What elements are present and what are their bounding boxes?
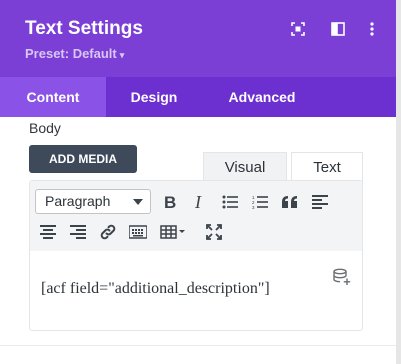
sidebar-layout-icon[interactable] <box>329 20 347 38</box>
table-icon[interactable] <box>156 219 190 245</box>
editor-tab-text[interactable]: Text <box>291 152 363 183</box>
align-center-icon[interactable] <box>35 219 61 245</box>
more-vertical-icon[interactable] <box>363 20 381 38</box>
text-settings-panel: Text Settings Preset: Default ▾ Content … <box>0 0 396 364</box>
settings-tabs: Content Design Advanced <box>0 77 396 117</box>
preset-label: Preset: Default <box>25 46 117 61</box>
svg-text:B: B <box>164 194 176 210</box>
preset-dropdown[interactable]: Preset: Default ▾ <box>25 46 124 61</box>
fullscreen-icon[interactable] <box>201 219 227 245</box>
body-section-label: Body <box>29 120 61 136</box>
align-left-icon[interactable] <box>307 189 333 215</box>
database-plus-icon[interactable] <box>333 268 355 290</box>
blockquote-icon[interactable] <box>277 189 303 215</box>
caret-down-icon: ▾ <box>119 50 125 60</box>
italic-icon[interactable]: I <box>186 189 212 215</box>
expand-icon[interactable] <box>289 20 307 38</box>
format-select-value: Paragraph <box>45 193 111 209</box>
svg-text:3: 3 <box>252 205 255 209</box>
tab-content[interactable]: Content <box>0 77 106 117</box>
modal-title: Text Settings <box>25 18 143 39</box>
panel-scrollbar[interactable] <box>396 0 401 364</box>
editor-content[interactable]: [acf field="additional_description"] <box>41 280 270 298</box>
tab-design[interactable]: Design <box>106 77 202 117</box>
bold-icon[interactable]: B <box>157 189 183 215</box>
panel-footer-area <box>0 346 396 364</box>
editor-tab-visual[interactable]: Visual <box>203 152 287 183</box>
editor-toolbar: Paragraph B I 1 2 3 <box>30 181 362 251</box>
align-right-icon[interactable] <box>65 219 91 245</box>
link-icon[interactable] <box>95 219 121 245</box>
tab-advanced[interactable]: Advanced <box>208 77 316 117</box>
keyboard-icon[interactable] <box>125 219 151 245</box>
modal-header: Text Settings Preset: Default ▾ <box>0 0 396 77</box>
svg-text:I: I <box>194 194 202 210</box>
numbered-list-icon[interactable]: 1 2 3 <box>247 189 273 215</box>
add-media-button[interactable]: ADD MEDIA <box>29 145 137 173</box>
bulleted-list-icon[interactable] <box>217 189 243 215</box>
paragraph-format-select[interactable]: Paragraph <box>35 189 151 214</box>
select-arrow-icon <box>133 199 143 205</box>
rich-text-editor: Paragraph B I 1 2 3 [acf field="addition… <box>29 180 363 331</box>
